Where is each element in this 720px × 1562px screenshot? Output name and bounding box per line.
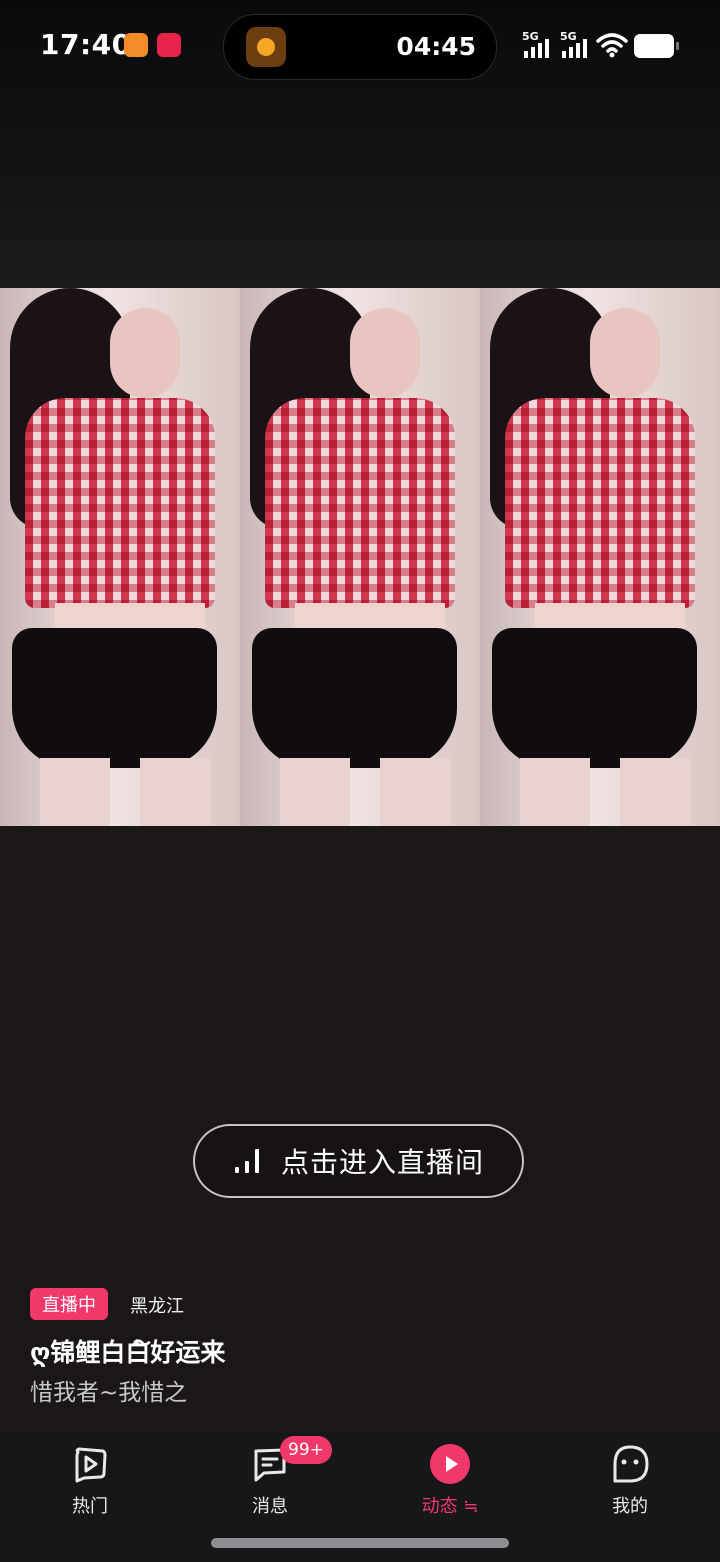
signal-icon: 5G bbox=[522, 30, 552, 58]
tab-messages[interactable]: 99+ 消息 bbox=[180, 1430, 360, 1530]
streamer-location: 黑龙江 bbox=[130, 1296, 184, 1317]
video-panel bbox=[480, 288, 720, 826]
tab-profile[interactable]: 我的 bbox=[540, 1430, 720, 1530]
app-orange-icon bbox=[124, 33, 148, 57]
status-bar: 17:40 04:45 5G 5G bbox=[0, 0, 720, 92]
tab-label: 我的 bbox=[612, 1496, 648, 1517]
enter-live-room-label: 点击进入直播间 bbox=[280, 1146, 484, 1179]
dynamic-island[interactable]: 04:45 bbox=[223, 14, 497, 80]
video-panel bbox=[240, 288, 480, 826]
unread-badge: 99+ bbox=[280, 1436, 332, 1464]
home-indicator[interactable] bbox=[211, 1538, 509, 1548]
signal-label: 5G bbox=[522, 30, 539, 43]
tab-feed[interactable]: 动态 ≒ bbox=[360, 1430, 540, 1530]
face-icon bbox=[613, 1445, 649, 1483]
tab-label: 热门 bbox=[72, 1496, 108, 1517]
island-time: 04:45 bbox=[396, 32, 476, 61]
video-panel bbox=[0, 288, 240, 826]
status-time: 17:40 bbox=[40, 28, 132, 61]
tab-hot[interactable]: 热门 bbox=[0, 1430, 180, 1530]
tab-label: 动态 ≒ bbox=[421, 1496, 479, 1517]
streamer-signature: 惜我者~我惜之 bbox=[30, 1380, 188, 1406]
live-video-preview[interactable] bbox=[0, 288, 720, 826]
app-red-icon bbox=[157, 33, 181, 57]
battery-icon bbox=[634, 34, 679, 58]
live-status-badge: 直播中 bbox=[30, 1288, 108, 1320]
streamer-name[interactable]: ღ锦鲤白白໌好运来 bbox=[30, 1333, 225, 1369]
signal-label: 5G bbox=[560, 30, 577, 43]
play-circle-icon bbox=[430, 1444, 470, 1484]
play-square-icon bbox=[75, 1447, 107, 1483]
live-bars-icon bbox=[233, 1149, 263, 1173]
enter-live-room-button[interactable]: 点击进入直播间 bbox=[193, 1124, 524, 1198]
timer-icon bbox=[246, 27, 286, 67]
wifi-icon bbox=[596, 33, 628, 58]
signal-icon: 5G bbox=[560, 30, 590, 58]
tab-label: 消息 bbox=[252, 1496, 288, 1517]
